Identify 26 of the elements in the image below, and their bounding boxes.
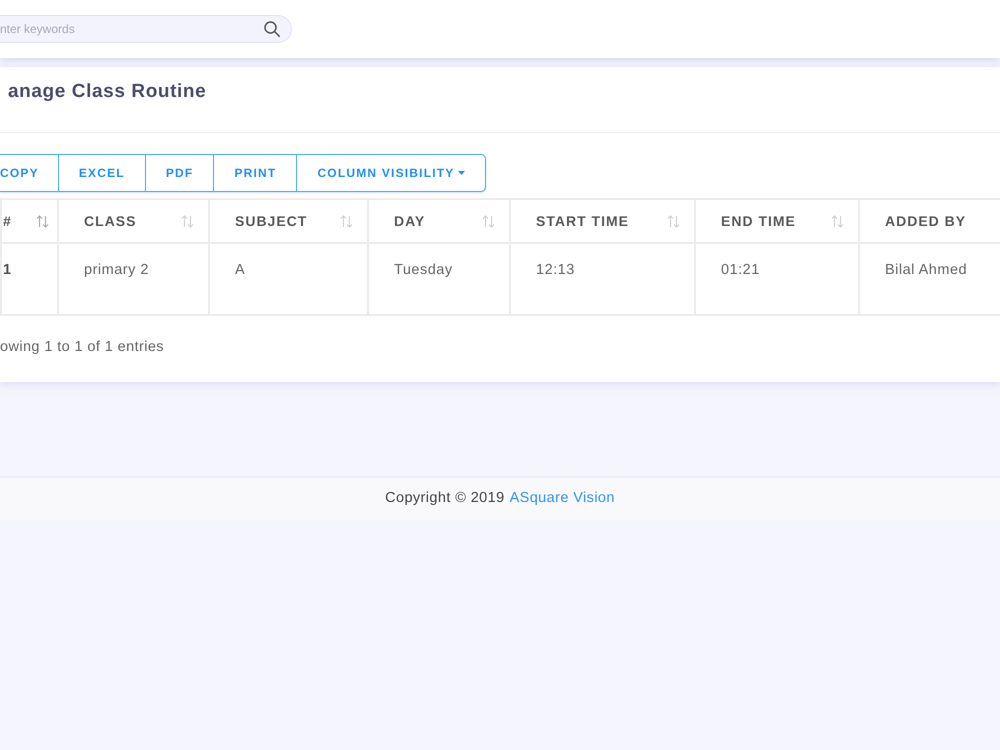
column-header[interactable]: DAY xyxy=(394,210,426,232)
sort-icon[interactable] xyxy=(340,214,353,228)
table-cell: primary 2 xyxy=(84,262,149,278)
copyright-text: Copyright © 2019 xyxy=(385,489,505,508)
column-header[interactable]: # xyxy=(3,210,12,232)
table-cell: 1 xyxy=(3,262,12,278)
table-cell: A xyxy=(235,262,246,278)
sort-icon[interactable] xyxy=(36,214,49,228)
column-header[interactable]: SUBJECT xyxy=(235,210,308,232)
table-cell: 01:21 xyxy=(721,262,760,278)
table-cell: Tuesday xyxy=(394,262,453,278)
table-cell: 12:13 xyxy=(536,262,575,278)
sort-icon[interactable] xyxy=(831,214,844,228)
sort-icon[interactable] xyxy=(667,214,680,228)
sort-icon[interactable] xyxy=(181,214,194,228)
column-header[interactable]: ADDED BY xyxy=(885,210,966,232)
column-header[interactable]: END TIME xyxy=(721,210,796,232)
table-cell: Bilal Ahmed xyxy=(885,262,968,278)
column-header[interactable]: CLASS xyxy=(84,210,136,232)
caret-icon xyxy=(458,171,465,175)
search-icon[interactable] xyxy=(264,21,280,37)
table-info-text: owing 1 to 1 of 1 entries xyxy=(0,338,164,357)
search-field[interactable]: nter keywords xyxy=(0,15,292,43)
column-header[interactable]: START TIME xyxy=(536,210,629,232)
sort-icon[interactable] xyxy=(482,214,495,228)
card-title: anage Class Routine xyxy=(8,80,206,104)
